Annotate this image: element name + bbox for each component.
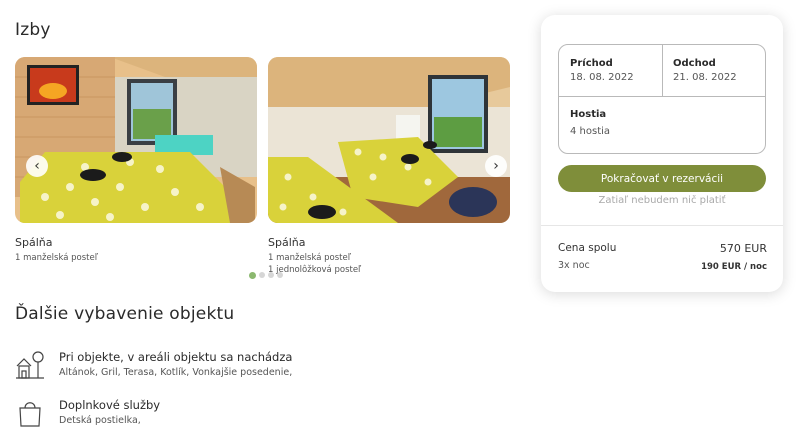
room-photo[interactable] [268,57,510,223]
guests-value: 4 hostia [570,126,611,137]
house-tree-icon [15,350,45,380]
carousel-dot[interactable] [259,272,265,278]
room-photo[interactable] [15,57,257,223]
carousel-dot[interactable] [277,272,283,278]
amenity-desc: Detská postielka, [59,415,141,426]
chevron-left-icon[interactable]: ‹ [26,155,48,177]
total-price-label: Cena spolu [558,242,617,254]
booking-dates-box: Príchod 18. 08. 2022 Odchod 21. 08. 2022… [558,44,766,154]
room-name: Spálňa [268,236,306,249]
nights-count: 3x noc [558,260,590,271]
carousel-dots [249,271,283,279]
room-bed-info: 1 manželská posteľ [15,253,98,263]
amenities-section-title: Ďalšie vybavenie objektu [15,304,235,324]
divider [559,96,765,97]
price-per-night: 190 EUR / noc [701,262,767,272]
total-price-value: 570 EUR [719,242,767,255]
room-name: Spálňa [15,236,53,249]
room-card[interactable]: Spálňa 1 manželská posteľ [15,57,257,264]
departure-value: 21. 08. 2022 [673,72,737,83]
room-bed-line: 1 manželská posteľ [268,253,351,263]
arrival-field[interactable]: Príchod 18. 08. 2022 [570,58,634,83]
rooms-section-title: Izby [15,20,51,40]
continue-reservation-button[interactable]: Pokračovať v rezervácii [558,165,766,192]
booking-card: Príchod 18. 08. 2022 Odchod 21. 08. 2022… [541,15,783,292]
departure-field[interactable]: Odchod 21. 08. 2022 [673,58,737,83]
amenity-desc: Altánok, Gril, Terasa, Kotlík, Vonkajšie… [59,367,293,378]
carousel-dot[interactable] [268,272,274,278]
arrival-value: 18. 08. 2022 [570,72,634,83]
divider [662,45,663,96]
guests-label: Hostia [570,109,607,120]
amenity-item: Pri objekte, v areáli objektu sa nachádz… [15,350,292,380]
chevron-right-icon[interactable]: › [485,155,507,177]
carousel-dot[interactable] [249,271,256,279]
amenity-title: Doplnkové služby [59,398,161,412]
amenity-item: Doplnkové služby Detská postielka, [15,398,160,428]
shopping-bag-icon [15,398,45,428]
amenity-title: Pri objekte, v areáli objektu sa nachádz… [59,350,293,364]
arrival-label: Príchod [570,58,613,69]
no-charge-note: Zatiaľ nebudem nič platiť [598,195,726,206]
departure-label: Odchod [673,58,716,69]
guests-field[interactable]: Hostia 4 hostia [570,109,610,137]
room-card[interactable]: Spálňa 1 manželská posteľ 1 jednolôžková… [268,57,510,276]
divider [541,225,783,226]
room-bed-info: 1 manželská posteľ 1 jednolôžková posteľ [268,252,510,276]
room-bed-line: 1 jednolôžková posteľ [268,265,362,275]
